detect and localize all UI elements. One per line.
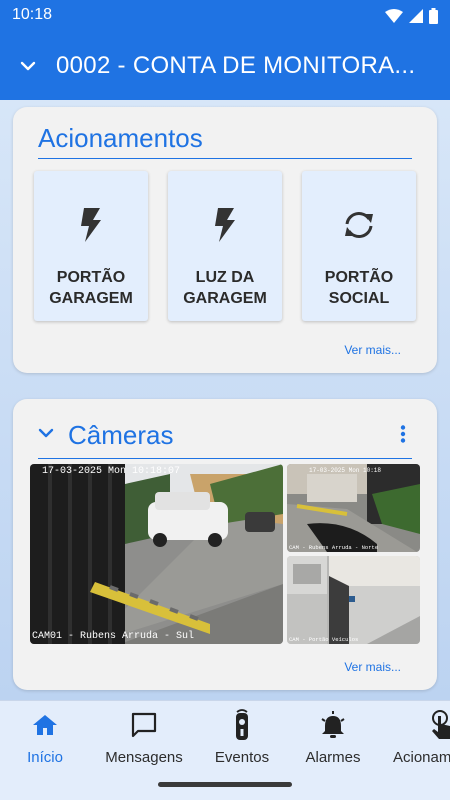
bolt-icon: [81, 208, 101, 242]
action-tile-label: LUZ DA GARAGEM: [183, 269, 267, 307]
nav-item-label: Eventos: [214, 749, 270, 766]
nav-item-alarmes[interactable]: Alarmes: [300, 701, 366, 781]
nav-item-acionamentos[interactable]: Acionam: [390, 701, 450, 781]
status-time: 10:18: [12, 6, 53, 23]
account-dropdown-button[interactable]: [0, 61, 56, 71]
actions-see-more-link[interactable]: Ver mais...: [344, 343, 401, 357]
cameras-menu-button[interactable]: [400, 425, 406, 448]
alarm-bell-icon: [321, 711, 345, 738]
camera-feed-gate[interactable]: CAM - Portão Veículos: [287, 556, 420, 644]
camera-grid: 17-03-2025 Mon 10:18:07 CAM01 - Rubens A…: [30, 464, 420, 644]
cameras-collapse-button[interactable]: [38, 425, 54, 443]
action-tile-portao-garagem[interactable]: PORTÃO GARAGEM: [34, 171, 148, 321]
camera-feed-north[interactable]: 17-03-2025 Mon 10:18 CAM - Rubens Arruda…: [287, 464, 420, 552]
home-icon: [33, 715, 57, 735]
cameras-card: Câmeras 17-03-2025 Mon 10:18:07 CAM01 - …: [13, 399, 437, 690]
account-title[interactable]: 0002 - CONTA DE MONITORA...: [56, 52, 436, 80]
action-tile-label: PORTÃO GARAGEM: [49, 269, 133, 307]
signal-icon: [409, 9, 423, 23]
bolt-icon: [215, 208, 235, 242]
status-icons: [385, 8, 438, 24]
action-tile-label: PORTÃO SOCIAL: [324, 269, 394, 307]
actions-card: Acionamentos PORTÃO GARAGEM LUZ DA GARAG…: [13, 107, 437, 373]
more-vert-icon: [400, 425, 406, 443]
remote-icon: [236, 709, 248, 740]
nav-item-inicio[interactable]: Início: [14, 701, 76, 781]
cameras-header: Câmeras: [38, 419, 412, 459]
app-bar: 0002 - CONTA DE MONITORA...: [0, 44, 450, 88]
cameras-see-more-link[interactable]: Ver mais...: [344, 660, 401, 674]
main-content: Acionamentos PORTÃO GARAGEM LUZ DA GARAG…: [0, 100, 450, 700]
camera-feed-main[interactable]: 17-03-2025 Mon 10:18:07 CAM01 - Rubens A…: [30, 464, 283, 644]
actions-card-title: Acionamentos: [38, 123, 412, 159]
status-bar: 10:18: [12, 6, 438, 26]
nav-item-label: Mensagens: [105, 749, 183, 766]
camera-main-caption: CAM01 - Rubens Arruda - Sul: [32, 630, 194, 642]
wifi-icon: [385, 9, 403, 23]
nav-item-label: Alarmes: [305, 749, 361, 766]
top-app-bar: 10:18 0002 - CONTA DE MONITORA...: [0, 0, 450, 100]
touch-icon: [432, 710, 450, 739]
nav-item-label: Início: [27, 749, 63, 766]
gesture-home-indicator[interactable]: [158, 782, 292, 787]
actions-tiles: PORTÃO GARAGEM LUZ DA GARAGEM PORTÃO SOC…: [34, 171, 416, 321]
camera-main-timestamp: 17-03-2025 Mon 10:18:07: [42, 466, 180, 477]
camera-gate-caption: CAM - Portão Veículos: [289, 636, 358, 643]
chevron-down-icon: [38, 428, 54, 438]
action-tile-luz-garagem[interactable]: LUZ DA GARAGEM: [168, 171, 282, 321]
camera-north-caption: CAM - Rubens Arruda - Norte: [289, 544, 378, 551]
battery-icon: [429, 8, 438, 24]
nav-item-eventos[interactable]: Eventos: [208, 701, 276, 781]
action-tile-portao-social[interactable]: PORTÃO SOCIAL: [302, 171, 416, 321]
sync-icon: [345, 212, 373, 238]
nav-item-mensagens[interactable]: Mensagens: [100, 701, 188, 781]
cameras-card-title: Câmeras: [68, 420, 174, 450]
camera-north-timestamp: 17-03-2025 Mon 10:18: [309, 467, 381, 474]
nav-item-label: Acionam: [393, 749, 450, 766]
chevron-down-icon: [20, 61, 36, 71]
message-icon: [131, 712, 157, 738]
